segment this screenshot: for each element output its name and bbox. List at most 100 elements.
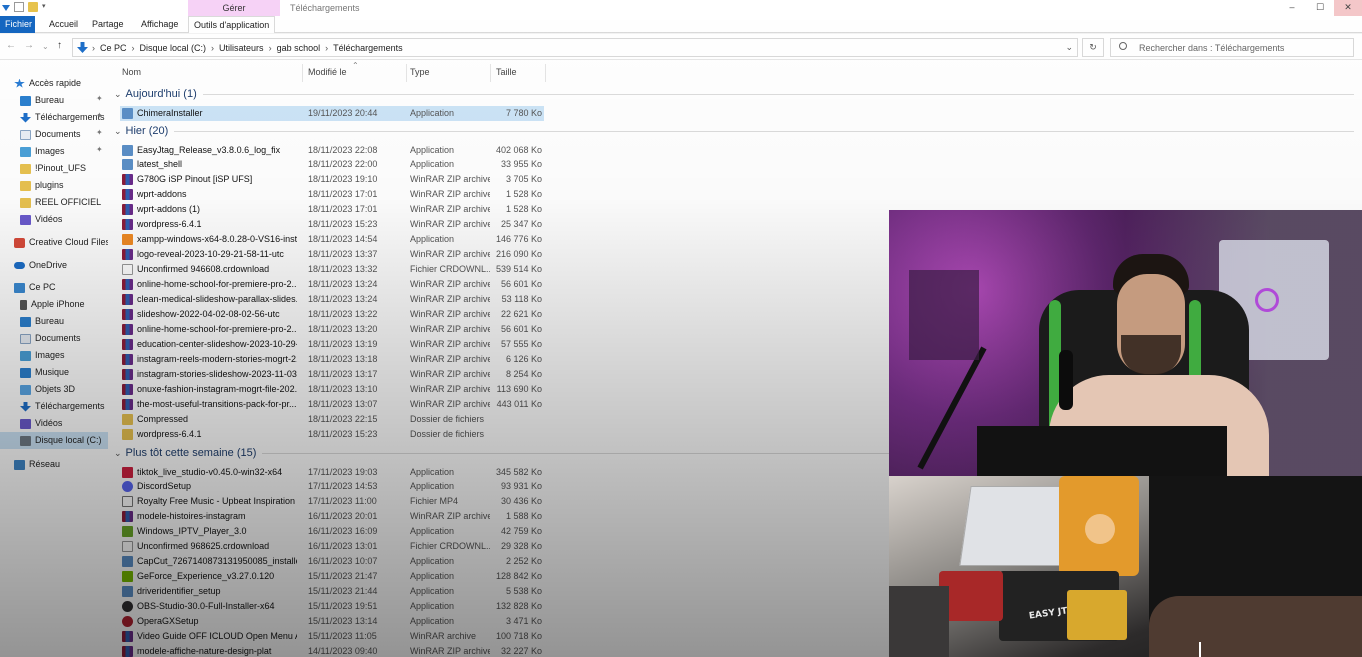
file-type: WinRAR ZIP archive <box>410 189 490 200</box>
file-row[interactable]: wordpress-6.4.1 18/11/2023 15:23 WinRAR ZI… <box>120 217 544 232</box>
address-dropdown-icon[interactable]: ⌄ <box>1065 42 1073 53</box>
crumb-users[interactable]: Utilisateurs <box>219 43 264 53</box>
file-row[interactable]: wordpress-6.4.1 18/11/2023 15:23 Dossier d… <box>120 427 544 442</box>
sidebar-item[interactable]: Bureau <box>20 92 64 109</box>
sidebar-item[interactable]: Vidéos <box>20 415 62 432</box>
sidebar-item[interactable]: OneDrive <box>14 257 67 274</box>
file-row[interactable]: education-center-slideshow-2023-10-29-..… <box>120 337 544 352</box>
new-folder-icon[interactable] <box>28 2 38 12</box>
file-row[interactable]: instagram-stories-slideshow-2023-11-03-.… <box>120 367 544 382</box>
pin-icon[interactable]: ✦ <box>96 111 103 120</box>
context-tab-manage[interactable]: Gérer <box>188 0 280 16</box>
sidebar-item[interactable]: Vidéos <box>20 211 62 228</box>
sidebar-item[interactable]: Disque local (C:) <box>0 432 108 449</box>
sidebar-item[interactable]: Objets 3D <box>20 381 75 398</box>
file-row[interactable]: slideshow-2022-04-02-08-02-56-utc 18/11/2… <box>120 307 544 322</box>
file-row[interactable]: online-home-school-for-premiere-pro-2...… <box>120 277 544 292</box>
file-row[interactable]: OBS-Studio-30.0-Full-Installer-x64 15/11/… <box>120 599 544 614</box>
sidebar-item[interactable]: Creative Cloud Files <box>14 234 110 251</box>
column-type[interactable]: Type <box>410 67 430 77</box>
file-row[interactable]: xampp-windows-x64-8.0.28-0-VS16-inst... 1… <box>120 232 544 247</box>
file-row[interactable]: online-home-school-for-premiere-pro-2...… <box>120 322 544 337</box>
file-row[interactable]: wprt-addons 18/11/2023 17:01 WinRAR ZIP ar… <box>120 187 544 202</box>
file-row[interactable]: Compressed 18/11/2023 22:15 Dossier de fic… <box>120 412 544 427</box>
tab-home[interactable]: Accueil <box>44 16 83 33</box>
sidebar-item[interactable]: Réseau <box>14 456 60 473</box>
column-size[interactable]: Taille <box>496 67 517 77</box>
file-row[interactable]: modele-histoires-instagram 16/11/2023 20:… <box>120 509 544 524</box>
close-button[interactable]: ✕ <box>1334 0 1362 16</box>
file-row[interactable]: EasyJtag_Release_v3.8.0.6_log_fix 18/11/2… <box>120 143 544 158</box>
file-date: 15/11/2023 21:44 <box>308 586 378 597</box>
pin-icon[interactable]: ✦ <box>96 94 103 103</box>
sidebar-item[interactable]: Ce PC <box>14 279 56 296</box>
group-header[interactable]: ⌄ Aujourd'hui (1) <box>114 86 1354 102</box>
file-name: xampp-windows-x64-8.0.28-0-VS16-inst... <box>137 234 297 245</box>
crumb-downloads[interactable]: Téléchargements <box>333 43 403 53</box>
sidebar-item[interactable]: plugins <box>20 177 64 194</box>
sidebar-item[interactable]: REEL OFFICIEL <box>20 194 101 211</box>
file-row[interactable]: Unconfirmed 946608.crdownload 18/11/2023 … <box>120 262 544 277</box>
sidebar-item[interactable]: Téléchargements <box>20 109 105 126</box>
tab-share[interactable]: Partage <box>87 16 129 33</box>
file-row[interactable]: clean-medical-slideshow-parallax-slides.… <box>120 292 544 307</box>
file-row[interactable]: Windows_IPTV_Player_3.0 16/11/2023 16:09 A… <box>120 524 544 539</box>
pin-icon[interactable]: ✦ <box>96 145 103 154</box>
crumb-local-disk[interactable]: Disque local (C:) <box>140 43 207 53</box>
file-row[interactable]: onuxe-fashion-instagram-mogrt-file-202..… <box>120 382 544 397</box>
file-row[interactable]: GeForce_Experience_v3.27.0.120 15/11/2023… <box>120 569 544 584</box>
minimize-button[interactable]: – <box>1278 0 1306 16</box>
back-arrow-icon[interactable]: ← <box>6 40 16 51</box>
column-modified[interactable]: Modifié le <box>308 67 347 77</box>
file-row[interactable]: wprt-addons (1) 18/11/2023 17:01 WinRAR ZI… <box>120 202 544 217</box>
file-row[interactable]: CapCut_7267140873131950085_installer 16/1… <box>120 554 544 569</box>
sidebar-item[interactable]: Téléchargements <box>20 398 105 415</box>
sidebar-item[interactable]: Musique <box>20 364 69 381</box>
file-row[interactable]: Video Guide OFF ICLOUD Open Menu All... 1… <box>120 629 544 644</box>
file-date: 16/11/2023 20:01 <box>308 511 378 522</box>
tab-view[interactable]: Affichage <box>136 16 183 33</box>
file-row[interactable]: G780G iSP Pinout [iSP UFS] 18/11/2023 19:… <box>120 172 544 187</box>
file-type: WinRAR ZIP archive <box>410 383 490 394</box>
sidebar-item[interactable]: Apple iPhone <box>20 296 85 313</box>
webcam-desk-view: EASY JTAG <box>889 476 1362 657</box>
file-type: WinRAR ZIP archive <box>410 249 490 260</box>
download-icon[interactable] <box>2 5 10 11</box>
address-bar[interactable]: › Ce PC › Disque local (C:) › Utilisateu… <box>72 38 1078 57</box>
sidebar-item[interactable]: !Pinout_UFS <box>20 160 86 177</box>
sidebar-item[interactable]: Documents <box>20 126 81 143</box>
file-row[interactable]: DiscordSetup 17/11/2023 14:53 Application 9… <box>120 479 544 494</box>
file-row[interactable]: Unconfirmed 968625.crdownload 16/11/2023 … <box>120 539 544 554</box>
up-arrow-icon[interactable]: ↑ <box>57 40 62 51</box>
file-row[interactable]: driveridentifier_setup 15/11/2023 21:44 Ap… <box>120 584 544 599</box>
sidebar-item[interactable]: Images <box>20 143 65 160</box>
pin-icon[interactable]: ✦ <box>96 128 103 137</box>
file-row[interactable]: tiktok_live_studio-v0.45.0-win32-x64 17/1… <box>120 465 544 480</box>
search-input[interactable]: Rechercher dans : Téléchargements <box>1110 38 1354 57</box>
group-header[interactable]: ⌄ Hier (20) <box>114 123 1354 139</box>
properties-icon[interactable] <box>14 2 24 12</box>
crumb-this-pc[interactable]: Ce PC <box>100 43 127 53</box>
crumb-user[interactable]: gab school <box>277 43 321 53</box>
file-row[interactable]: Royalty Free Music - Upbeat Inspiration … <box>120 494 544 509</box>
sidebar-item[interactable]: Images <box>20 347 65 364</box>
file-row[interactable]: instagram-reels-modern-stories-mogrt-2..… <box>120 352 544 367</box>
sidebar-item[interactable]: Accès rapide <box>14 75 81 92</box>
column-name[interactable]: Nom <box>122 67 141 77</box>
file-row[interactable]: ChimeraInstaller 19/11/2023 20:44 Applicat… <box>120 105 544 121</box>
application-icon <box>122 586 133 598</box>
maximize-button[interactable]: ☐ <box>1306 0 1334 16</box>
refresh-button[interactable]: ↻ <box>1082 38 1104 57</box>
tab-application-tools[interactable]: Outils d'application <box>188 16 276 33</box>
forward-arrow-icon[interactable]: → <box>24 40 34 51</box>
file-row[interactable]: logo-reveal-2023-10-29-21-58-11-utc 18/11… <box>120 247 544 262</box>
file-row[interactable]: modele-affiche-nature-design-plat 14/11/2… <box>120 644 544 657</box>
sidebar-item[interactable]: Documents <box>20 330 81 347</box>
file-row[interactable]: the-most-useful-transitions-pack-for-pr.… <box>120 397 544 412</box>
sidebar-item[interactable]: Bureau <box>20 313 64 330</box>
file-row[interactable]: OperaGXSetup 15/11/2023 13:14 Application 3… <box>120 614 544 629</box>
tab-file[interactable]: Fichier <box>0 16 35 33</box>
recent-dropdown-icon[interactable]: ⌄ <box>42 42 49 51</box>
customize-toolbar-icon[interactable]: ▾ <box>42 2 48 12</box>
file-row[interactable]: latest_shell 18/11/2023 22:00 Application 3… <box>120 157 544 172</box>
